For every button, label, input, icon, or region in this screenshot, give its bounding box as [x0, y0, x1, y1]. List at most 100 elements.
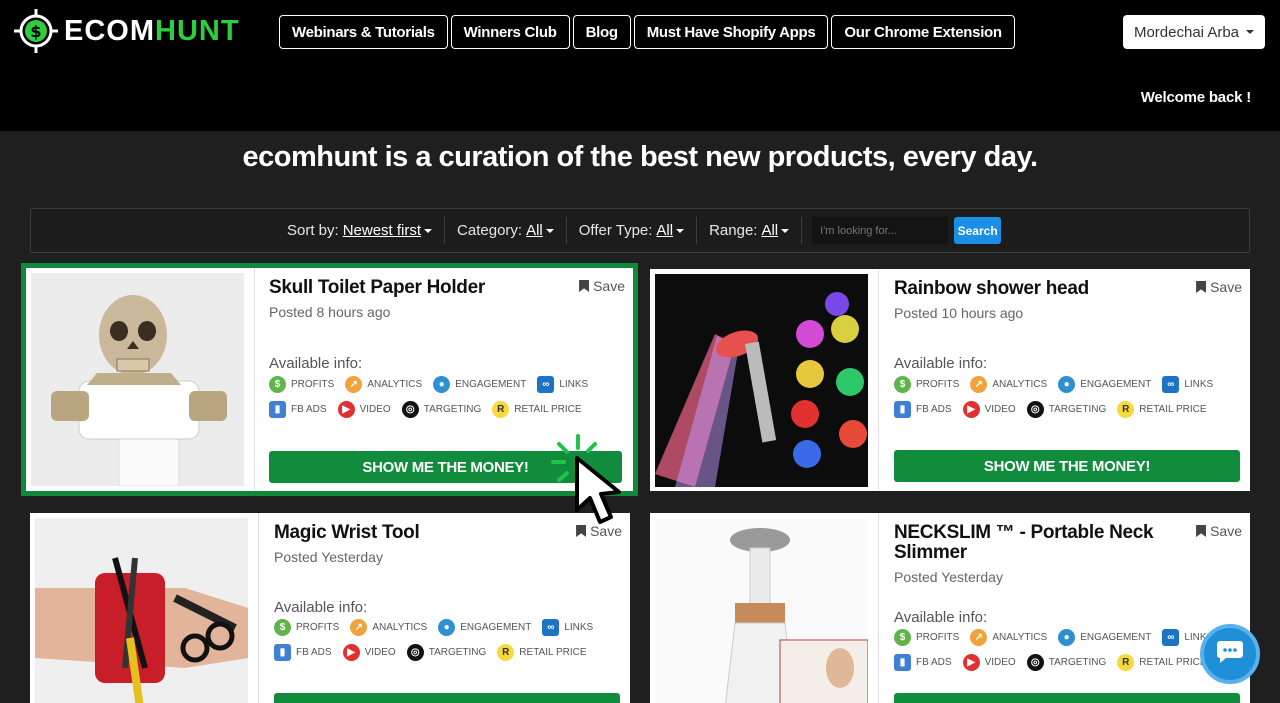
product-title[interactable]: Rainbow shower head [894, 279, 1154, 299]
person-icon: ● [1058, 376, 1076, 393]
product-card[interactable]: Skull Toilet Paper Holder Posted 8 hours… [21, 263, 638, 496]
posted-time: Posted Yesterday [894, 569, 1003, 585]
show-me-the-money-button[interactable] [274, 693, 620, 703]
bar-chart-icon: ▮ [274, 644, 291, 661]
caret-down-icon [676, 228, 685, 233]
info-row: $ PROFITS ↗ ANALYTICS ● ENGAGEMENT ∞ LINKS [274, 619, 604, 636]
info-analytics: ↗ ANALYTICS [345, 376, 422, 393]
chart-icon: ↗ [970, 376, 988, 393]
save-button[interactable]: Save [1196, 523, 1242, 539]
page-headline: ecomhunt is a curation of the best new p… [242, 141, 1038, 173]
chart-icon: ↗ [970, 629, 988, 646]
dollar-icon: $ [894, 376, 911, 393]
nav-winners-club[interactable]: Winners Club [450, 15, 570, 49]
info-profits: $ PROFITS [274, 619, 339, 636]
sort-label: Sort by: [287, 222, 339, 239]
available-info-label: Available info: [894, 609, 988, 626]
product-card[interactable]: Magic Wrist Tool Posted Yesterday Save A… [30, 513, 630, 703]
show-me-the-money-button[interactable] [894, 693, 1240, 703]
info-fb-ads: ▮ FB ADS [894, 654, 952, 671]
posted-time: Posted 8 hours ago [269, 304, 391, 320]
caret-down-icon [545, 228, 554, 233]
card-divider [254, 268, 255, 491]
bar-chart-icon: ▮ [894, 401, 911, 418]
offer-type-value[interactable]: All [656, 222, 673, 239]
nav-chrome-extension[interactable]: Our Chrome Extension [831, 15, 1015, 49]
play-icon: ▶ [337, 401, 355, 418]
info-retail-price: R RETAIL PRICE [1117, 401, 1207, 418]
info-engagement: ● ENGAGEMENT [433, 376, 526, 393]
product-card[interactable]: Rainbow shower head Posted 10 hours ago … [650, 269, 1250, 491]
info-row: $ PROFITS ↗ ANALYTICS ● ENGAGEMENT ∞ LINKS [894, 376, 1224, 393]
info-fb-ads: ▮ FB ADS [269, 401, 327, 418]
nav-webinars-tutorials[interactable]: Webinars & Tutorials [279, 15, 448, 49]
nav-shopify-apps[interactable]: Must Have Shopify Apps [633, 15, 829, 49]
product-image-rainbow-shower[interactable] [655, 274, 868, 487]
info-retail-price: R RETAIL PRICE [1117, 654, 1207, 671]
info-row: ▮ FB ADS ▶ VIDEO ◎ TARGETING R RETAIL PRICE [269, 401, 593, 418]
ecomhunt-logo[interactable]: $ ECOMHUNT [12, 7, 240, 55]
user-menu-button[interactable]: Mordechai Arba [1123, 15, 1265, 49]
offer-type-label: Offer Type: [578, 222, 653, 239]
save-label: Save [1210, 523, 1242, 539]
info-targeting: ◎ TARGETING [406, 644, 486, 661]
dollar-icon: $ [269, 376, 286, 393]
sort-filter[interactable]: Sort by: Newest first [275, 217, 446, 244]
category-value[interactable]: All [526, 222, 543, 239]
info-engagement: ● ENGAGEMENT [438, 619, 531, 636]
info-video: ▶ VIDEO [342, 644, 396, 661]
info-profits: $ PROFITS [269, 376, 334, 393]
info-row: ▮ FB ADS ▶ VIDEO ◎ TARGETING R RETAIL PRICE [274, 644, 598, 661]
available-info-label: Available info: [274, 599, 368, 616]
caret-down-icon [781, 228, 790, 233]
save-button[interactable]: Save [579, 278, 625, 294]
info-profits: $ PROFITS [894, 376, 959, 393]
show-me-the-money-button[interactable]: SHOW ME THE MONEY! [894, 450, 1240, 482]
search-button[interactable]: Search [954, 217, 1002, 244]
dollar-icon: $ [894, 629, 911, 646]
play-icon: ▶ [962, 401, 980, 418]
chart-icon: ↗ [350, 619, 368, 636]
product-card[interactable]: NECKSLIM ™ - Portable Neck Slimmer Poste… [650, 513, 1250, 703]
filter-bar: Sort by: Newest first Category: All Offe… [30, 208, 1250, 253]
product-title[interactable]: NECKSLIM ™ - Portable Neck Slimmer [894, 523, 1184, 563]
chat-button[interactable] [1200, 624, 1260, 684]
category-filter[interactable]: Category: All [445, 217, 567, 244]
caret-down-icon [424, 228, 433, 233]
product-image-skull-holder[interactable] [31, 273, 244, 486]
crosshair-dollar-icon: $ [12, 7, 60, 55]
save-label: Save [1210, 279, 1242, 295]
save-button[interactable]: Save [1196, 279, 1242, 295]
card-divider [258, 513, 259, 703]
svg-text:$: $ [30, 22, 41, 41]
info-row: $ PROFITS ↗ ANALYTICS ● ENGAGEMENT ∞ LINKS [269, 376, 599, 393]
range-label: Range: [709, 222, 758, 239]
info-analytics: ↗ ANALYTICS [350, 619, 427, 636]
nav-blog[interactable]: Blog [572, 15, 631, 49]
retail-icon: R [1117, 401, 1135, 418]
info-analytics: ↗ ANALYTICS [970, 629, 1047, 646]
info-video: ▶ VIDEO [337, 401, 391, 418]
category-label: Category: [457, 222, 523, 239]
product-image-magic-wrist-tool[interactable] [35, 518, 248, 703]
range-value[interactable]: All [761, 222, 778, 239]
available-info-label: Available info: [894, 355, 988, 372]
bar-chart-icon: ▮ [269, 401, 286, 418]
person-icon: ● [1058, 629, 1076, 646]
product-image-neckslim[interactable] [655, 518, 868, 703]
bookmark-icon [579, 280, 590, 292]
save-label: Save [593, 278, 625, 294]
posted-time: Posted 10 hours ago [894, 305, 1024, 321]
search-input[interactable] [812, 217, 949, 244]
info-links: ∞ LINKS [537, 376, 588, 393]
offer-type-filter[interactable]: Offer Type: All [567, 217, 698, 244]
main-nav: Webinars & Tutorials Winners Club Blog M… [279, 15, 1015, 49]
link-icon: ∞ [1162, 376, 1180, 393]
product-title[interactable]: Skull Toilet Paper Holder [269, 278, 529, 298]
sort-value[interactable]: Newest first [343, 222, 421, 239]
info-video: ▶ VIDEO [962, 401, 1016, 418]
range-filter[interactable]: Range: All [697, 217, 803, 244]
play-icon: ▶ [962, 654, 980, 671]
product-title[interactable]: Magic Wrist Tool [274, 523, 534, 543]
retail-icon: R [492, 401, 510, 418]
